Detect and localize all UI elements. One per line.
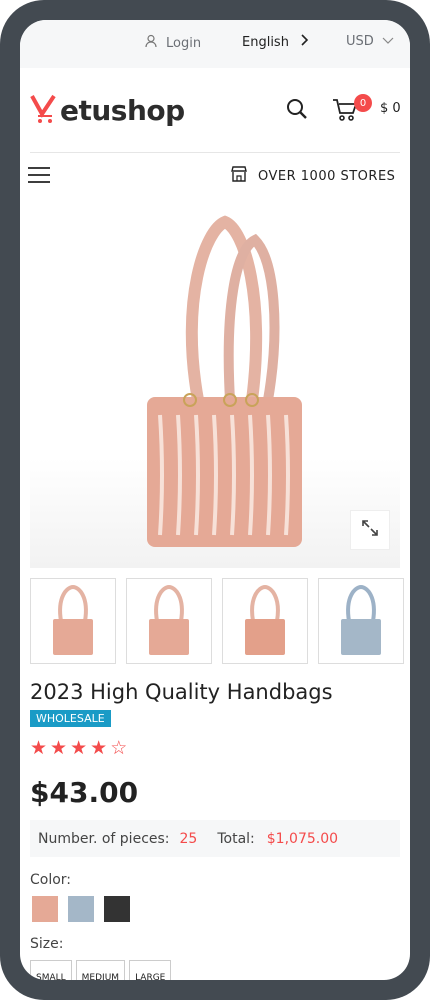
language-selector[interactable]: English bbox=[242, 34, 309, 50]
cart-total: $ 0 bbox=[380, 101, 401, 116]
size-option[interactable]: MEDIUM bbox=[75, 960, 126, 980]
star-empty-icon: ☆ bbox=[110, 737, 128, 759]
logo[interactable]: etushop bbox=[30, 92, 185, 128]
color-swatch[interactable] bbox=[32, 896, 58, 922]
star-filled-icon: ★ bbox=[90, 737, 108, 759]
color-swatch[interactable] bbox=[68, 896, 94, 922]
handbag-image bbox=[147, 215, 302, 547]
product-image[interactable] bbox=[30, 200, 400, 568]
top-bar: Login English USD bbox=[20, 20, 410, 68]
chevron-right-icon bbox=[299, 34, 309, 50]
size-label: Size: bbox=[30, 936, 64, 952]
product-title: 2023 High Quality Handbags bbox=[30, 680, 333, 704]
search-icon bbox=[286, 99, 308, 124]
login-label: Login bbox=[166, 35, 202, 51]
store-icon bbox=[230, 165, 248, 187]
size-option[interactable]: SMALL bbox=[30, 960, 72, 980]
zoom-button[interactable] bbox=[350, 510, 390, 550]
language-label: English bbox=[242, 34, 289, 50]
color-label: Color: bbox=[30, 872, 72, 888]
thumbnail-3[interactable] bbox=[222, 578, 308, 664]
expand-icon bbox=[361, 519, 379, 541]
wholesale-badge: WHOLESALE bbox=[30, 710, 111, 727]
screen: Login English USD etushop 0 $ 0 OVER 100… bbox=[20, 20, 410, 980]
stores-label: OVER 1000 STORES bbox=[258, 168, 396, 184]
device-frame: Login English USD etushop 0 $ 0 OVER 100… bbox=[0, 0, 430, 1000]
logo-mark bbox=[30, 92, 60, 128]
product-price: $43.00 bbox=[30, 776, 139, 809]
thumbnail-1[interactable] bbox=[30, 578, 116, 664]
user-icon bbox=[144, 34, 158, 52]
size-options: SMALL MEDIUM LARGE bbox=[30, 960, 172, 980]
site-header: etushop 0 $ 0 bbox=[20, 68, 410, 152]
total-label: Total: bbox=[217, 830, 255, 847]
stores-link[interactable]: OVER 1000 STORES bbox=[230, 165, 395, 187]
nav-bar: OVER 1000 STORES bbox=[20, 153, 410, 199]
logo-text: etushop bbox=[60, 93, 185, 127]
order-summary: Number. of pieces: 25 Total: $1,075.00 bbox=[30, 820, 400, 857]
size-option[interactable]: LARGE bbox=[129, 960, 172, 980]
cart-icon bbox=[332, 99, 358, 126]
star-filled-icon: ★ bbox=[30, 737, 48, 759]
hamburger-menu-icon bbox=[28, 167, 50, 188]
rating-stars: ★ ★ ★ ★ ☆ bbox=[30, 737, 127, 759]
thumbnail-strip bbox=[30, 578, 404, 664]
pieces-label: Number. of pieces: bbox=[38, 830, 170, 847]
currency-label: USD bbox=[346, 34, 374, 49]
thumbnail-2[interactable] bbox=[126, 578, 212, 664]
total-value: $1,075.00 bbox=[266, 830, 339, 847]
star-filled-icon: ★ bbox=[70, 737, 88, 759]
cart-count-badge: 0 bbox=[354, 94, 372, 112]
currency-selector[interactable]: USD bbox=[346, 34, 394, 49]
thumbnail-4[interactable] bbox=[318, 578, 404, 664]
color-swatches bbox=[32, 896, 130, 922]
star-filled-icon: ★ bbox=[50, 737, 68, 759]
search-button[interactable] bbox=[286, 98, 308, 124]
chevron-down-icon bbox=[382, 34, 394, 49]
login-link[interactable]: Login bbox=[144, 34, 201, 52]
pieces-value: 25 bbox=[179, 830, 198, 847]
menu-button[interactable] bbox=[28, 166, 50, 188]
color-swatch[interactable] bbox=[104, 896, 130, 922]
